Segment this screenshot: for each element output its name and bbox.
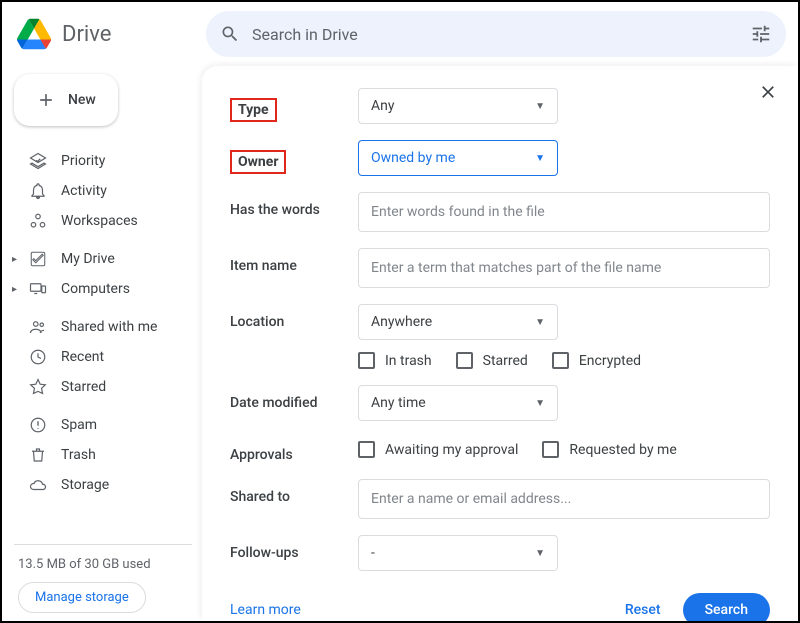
plus-icon <box>36 90 56 110</box>
header: Drive <box>2 2 798 66</box>
sidebar-item-label: Storage <box>61 477 109 493</box>
close-button[interactable] <box>758 82 778 106</box>
devices-icon <box>28 280 48 298</box>
chevron-down-icon: ▼ <box>535 548 545 559</box>
logo-area: Drive <box>14 14 194 54</box>
chevron-down-icon: ▼ <box>535 153 545 164</box>
followups-value: - <box>371 545 375 561</box>
chevron-down-icon: ▼ <box>535 317 545 328</box>
learn-more-link[interactable]: Learn more <box>230 602 301 618</box>
priority-icon <box>28 152 48 170</box>
owner-value: Owned by me <box>371 150 455 166</box>
chevron-right-icon: ▸ <box>12 284 17 295</box>
sidebar-item-label: Workspaces <box>61 213 138 229</box>
sidebar-item-priority[interactable]: Priority <box>14 146 202 176</box>
search-icon <box>220 24 240 44</box>
sidebar-item-starred[interactable]: Starred <box>14 372 202 402</box>
item-name-input[interactable] <box>358 248 770 288</box>
encrypted-checkbox[interactable]: Encrypted <box>552 352 641 369</box>
checkbox-icon <box>358 352 375 369</box>
location-value: Anywhere <box>371 314 432 330</box>
reset-button[interactable]: Reset <box>625 602 661 618</box>
type-select[interactable]: Any ▼ <box>358 88 558 124</box>
trash-icon <box>28 446 48 464</box>
type-value: Any <box>371 98 395 114</box>
has-words-input[interactable] <box>358 192 770 232</box>
sidebar-item-label: Shared with me <box>61 319 157 335</box>
sidebar-item-label: Computers <box>61 281 130 297</box>
sidebar: New Priority Activity Workspaces ▸ <box>2 66 202 621</box>
advanced-search-panel: Type Any ▼ Owner Owned by me ▼ <box>202 66 798 621</box>
shared-to-label: Shared to <box>230 479 358 505</box>
sidebar-item-label: Starred <box>61 379 106 395</box>
people-icon <box>28 318 48 336</box>
sidebar-item-workspaces[interactable]: Workspaces <box>14 206 202 236</box>
date-modified-select[interactable]: Any time ▼ <box>358 385 558 421</box>
clock-icon <box>28 348 48 366</box>
bell-icon <box>28 182 48 200</box>
storage-text: 13.5 MB of 30 GB used <box>18 557 180 572</box>
sidebar-item-my-drive[interactable]: ▸ My Drive <box>14 244 202 274</box>
chevron-right-icon: ▸ <box>12 254 17 265</box>
has-words-label: Has the words <box>230 192 358 218</box>
item-name-label: Item name <box>230 248 358 274</box>
manage-storage-button[interactable]: Manage storage <box>18 582 146 613</box>
chevron-down-icon: ▼ <box>535 101 545 112</box>
app-name: Drive <box>62 22 111 47</box>
sidebar-item-activity[interactable]: Activity <box>14 176 202 206</box>
search-input[interactable] <box>252 25 738 44</box>
new-button[interactable]: New <box>14 74 118 126</box>
cloud-icon <box>28 476 48 494</box>
search-button[interactable]: Search <box>683 593 770 621</box>
sidebar-item-shared[interactable]: Shared with me <box>14 312 202 342</box>
search-bar[interactable] <box>206 11 786 57</box>
sidebar-item-label: Priority <box>61 153 105 169</box>
star-icon <box>28 378 48 396</box>
sidebar-item-label: My Drive <box>61 251 115 267</box>
sidebar-item-computers[interactable]: ▸ Computers <box>14 274 202 304</box>
drive-icon <box>28 250 48 268</box>
type-label: Type <box>230 98 277 122</box>
approvals-label: Approvals <box>230 437 358 463</box>
sidebar-item-label: Trash <box>61 447 96 463</box>
owner-select[interactable]: Owned by me ▼ <box>358 140 558 176</box>
sidebar-item-recent[interactable]: Recent <box>14 342 202 372</box>
storage-info: 13.5 MB of 30 GB used Manage storage <box>14 544 192 613</box>
checkbox-icon <box>358 441 375 458</box>
drive-logo-icon <box>14 14 54 54</box>
location-select[interactable]: Anywhere ▼ <box>358 304 558 340</box>
requested-by-me-checkbox[interactable]: Requested by me <box>542 441 676 458</box>
starred-checkbox[interactable]: Starred <box>456 352 528 369</box>
in-trash-checkbox[interactable]: In trash <box>358 352 432 369</box>
checkbox-icon <box>456 352 473 369</box>
awaiting-approval-checkbox[interactable]: Awaiting my approval <box>358 441 518 458</box>
date-modified-value: Any time <box>371 395 426 411</box>
sidebar-item-label: Spam <box>61 417 97 433</box>
date-modified-label: Date modified <box>230 385 358 411</box>
workspaces-icon <box>28 212 48 230</box>
chevron-down-icon: ▼ <box>535 398 545 409</box>
sidebar-item-spam[interactable]: Spam <box>14 410 202 440</box>
sidebar-item-storage[interactable]: Storage <box>14 470 202 500</box>
spam-icon <box>28 416 48 434</box>
followups-select[interactable]: - ▼ <box>358 535 558 571</box>
tune-icon[interactable] <box>750 23 772 45</box>
owner-label: Owner <box>230 150 286 174</box>
sidebar-item-label: Recent <box>61 349 104 365</box>
shared-to-input[interactable] <box>358 479 770 519</box>
location-label: Location <box>230 304 358 330</box>
new-button-label: New <box>68 92 96 108</box>
sidebar-item-label: Activity <box>61 183 107 199</box>
followups-label: Follow-ups <box>230 535 358 561</box>
checkbox-icon <box>542 441 559 458</box>
sidebar-item-trash[interactable]: Trash <box>14 440 202 470</box>
checkbox-icon <box>552 352 569 369</box>
